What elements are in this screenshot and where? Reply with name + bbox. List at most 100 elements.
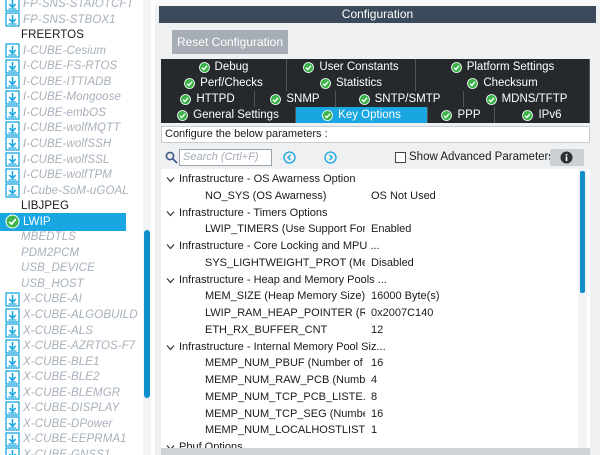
reset-configuration-button[interactable]: Reset Configuration	[172, 30, 288, 54]
tree-item-label: I-CUBE-wolfMQTT	[23, 122, 121, 135]
param-value[interactable]: 16	[371, 357, 383, 369]
component-download-icon	[5, 90, 20, 105]
tab-label: SNTP/SMTP	[374, 93, 441, 105]
component-download-icon	[5, 447, 20, 455]
search-icon[interactable]	[165, 151, 178, 164]
parameter-group[interactable]: Infrastructure - OS Awarness Option	[161, 171, 575, 188]
parameters-scrollbar[interactable]	[578, 169, 587, 449]
component-download-icon	[5, 43, 20, 58]
param-name: MEMP_NUM_TCP_SEG (Numbe...	[205, 407, 365, 420]
tab-httpd[interactable]: HTTPD	[161, 91, 255, 107]
tab-statistics[interactable]: Statistics	[287, 75, 416, 91]
search-previous-icon[interactable]	[283, 151, 296, 164]
tree-item-label: X-CUBE-GNSS1	[23, 448, 111, 455]
param-value[interactable]: 16	[371, 408, 383, 420]
group-name: Infrastructure - Core Locking and MPU ..…	[179, 240, 380, 252]
tab-mdns-tftp[interactable]: MDNS/TFTP	[464, 91, 590, 107]
parameter-group[interactable]: Infrastructure - Heap and Memory Pools .…	[161, 272, 575, 289]
search-row: Search (Crtl+F) Show Advanced Parameters	[161, 149, 590, 167]
parameter-row[interactable]: MEMP_NUM_LOCALHOSTLIST ... 1	[161, 422, 575, 439]
tab-key-options[interactable]: Key Options	[296, 107, 428, 123]
tab-sntp-smtp[interactable]: SNTP/SMTP	[336, 91, 464, 107]
show-advanced-checkbox[interactable]	[395, 152, 406, 163]
component-download-icon	[5, 323, 20, 338]
tab-checksum[interactable]: Checksum	[416, 75, 590, 91]
tab-label: General Settings	[193, 109, 279, 121]
param-value[interactable]: 12	[371, 324, 383, 336]
parameter-row[interactable]: LWIP_RAM_HEAP_POINTER (R... 0x2007C140	[161, 305, 575, 322]
chevron-down-icon[interactable]	[166, 209, 175, 218]
search-input[interactable]: Search (Crtl+F)	[179, 149, 272, 166]
chevron-down-icon[interactable]	[166, 242, 175, 251]
param-value[interactable]: 1	[371, 424, 377, 436]
param-value[interactable]: 0x2007C140	[371, 307, 433, 319]
check-circle-icon	[198, 61, 210, 73]
parameter-row[interactable]: NO_SYS (OS Awarness) OS Not Used	[161, 188, 575, 205]
tab-debug[interactable]: Debug	[161, 59, 287, 75]
tab-label: PPP	[457, 109, 481, 121]
chevron-down-icon[interactable]	[166, 276, 175, 285]
tab-perf-checks[interactable]: Perf/Checks	[161, 75, 287, 91]
tab-platform-settings[interactable]: Platform Settings	[416, 59, 590, 75]
tree-item-label: X-CUBE-EEPRMA1	[23, 433, 127, 446]
tab-label: HTTPD	[196, 93, 235, 105]
chevron-down-icon[interactable]	[166, 175, 175, 184]
parameter-row[interactable]: MEMP_NUM_RAW_PCB (Numb... 4	[161, 372, 575, 389]
tree-item-label: PDM2PCM	[21, 246, 80, 259]
check-circle-icon	[467, 77, 479, 89]
group-name: Infrastructure - OS Awarness Option	[179, 173, 356, 185]
tree-item[interactable]: X-CUBE-GNSS1	[0, 446, 126, 455]
tree-item-label: USB_HOST	[21, 277, 84, 290]
param-value[interactable]: 16000 Byte(s)	[371, 290, 439, 302]
tab-label: Key Options	[338, 109, 401, 121]
configuration-header: Configuration	[159, 6, 596, 23]
tree-item-label: FP-SNS-STBOX1	[23, 13, 116, 26]
tab-general-settings[interactable]: General Settings	[161, 107, 296, 123]
parameters-scroll-thumb[interactable]	[580, 171, 585, 293]
parameter-row[interactable]: MEMP_NUM_TCP_SEG (Numbe... 16	[161, 406, 575, 423]
parameter-row[interactable]: MEMP_NUM_PBUF (Number of ... 16	[161, 355, 575, 372]
tab-label: MDNS/TFTP	[501, 93, 568, 105]
tree-scrollbar[interactable]	[143, 0, 151, 455]
parameter-row[interactable]: LWIP_TIMERS (Use Support For ... Enabled	[161, 221, 575, 238]
parameter-group[interactable]: Infrastructure - Core Locking and MPU ..…	[161, 238, 575, 255]
component-download-icon	[5, 121, 20, 136]
param-name: MEM_SIZE (Heap Memory Size)	[205, 290, 365, 303]
group-name: Infrastructure - Heap and Memory Pools .…	[179, 273, 387, 286]
tree-item-label: X-CUBE-BLE2	[23, 371, 100, 384]
tab-label: Perf/Checks	[200, 77, 263, 89]
component-download-icon	[5, 105, 20, 120]
tab-label: IPv6	[538, 109, 562, 121]
tab-user-constants[interactable]: User Constants	[287, 59, 416, 75]
param-value[interactable]: Enabled	[371, 223, 411, 235]
parameter-row[interactable]: SYS_LIGHTWEIGHT_PROT (Me... Disabled	[161, 255, 575, 272]
tab-ipv6[interactable]: IPv6	[495, 107, 590, 123]
param-value[interactable]: 8	[371, 391, 377, 403]
param-name: ETH_RX_BUFFER_CNT	[205, 323, 328, 336]
info-button[interactable]	[550, 149, 584, 166]
param-value[interactable]: 4	[371, 374, 377, 386]
tab-ppp[interactable]: PPP	[428, 107, 495, 123]
parameter-row[interactable]: MEM_SIZE (Heap Memory Size) 16000 Byte(s)	[161, 288, 575, 305]
group-name: Infrastructure - Internal Memory Pool Si…	[179, 340, 386, 353]
tree-item-label: FREERTOS	[21, 29, 84, 42]
parameter-row[interactable]: MEMP_NUM_TCP_PCB_LISTE... 8	[161, 389, 575, 406]
tab-label: SNMP	[286, 93, 320, 105]
parameter-row[interactable]: ETH_RX_BUFFER_CNT 12	[161, 322, 575, 339]
tree-scroll-thumb[interactable]	[144, 230, 150, 398]
component-download-icon	[5, 307, 20, 323]
chevron-down-icon[interactable]	[166, 343, 175, 352]
search-next-icon[interactable]	[324, 151, 337, 164]
param-name: LWIP_TIMERS (Use Support For ...	[205, 223, 365, 236]
check-circle-icon	[522, 109, 534, 121]
parameter-group[interactable]: Infrastructure - Internal Memory Pool Si…	[161, 339, 575, 356]
tree-item-label: USB_DEVICE	[21, 262, 95, 275]
param-name: SYS_LIGHTWEIGHT_PROT (Me...	[205, 256, 365, 269]
group-name: Infrastructure - Timers Options	[179, 206, 328, 219]
param-value[interactable]: Disabled	[371, 257, 414, 269]
tab-snmp[interactable]: SNMP	[255, 91, 336, 107]
param-value[interactable]: OS Not Used	[371, 190, 436, 202]
parameter-group[interactable]: Infrastructure - Timers Options	[161, 205, 575, 222]
tree-item-label: X-CUBE-ALS	[23, 324, 94, 337]
component-download-icon	[5, 432, 20, 447]
